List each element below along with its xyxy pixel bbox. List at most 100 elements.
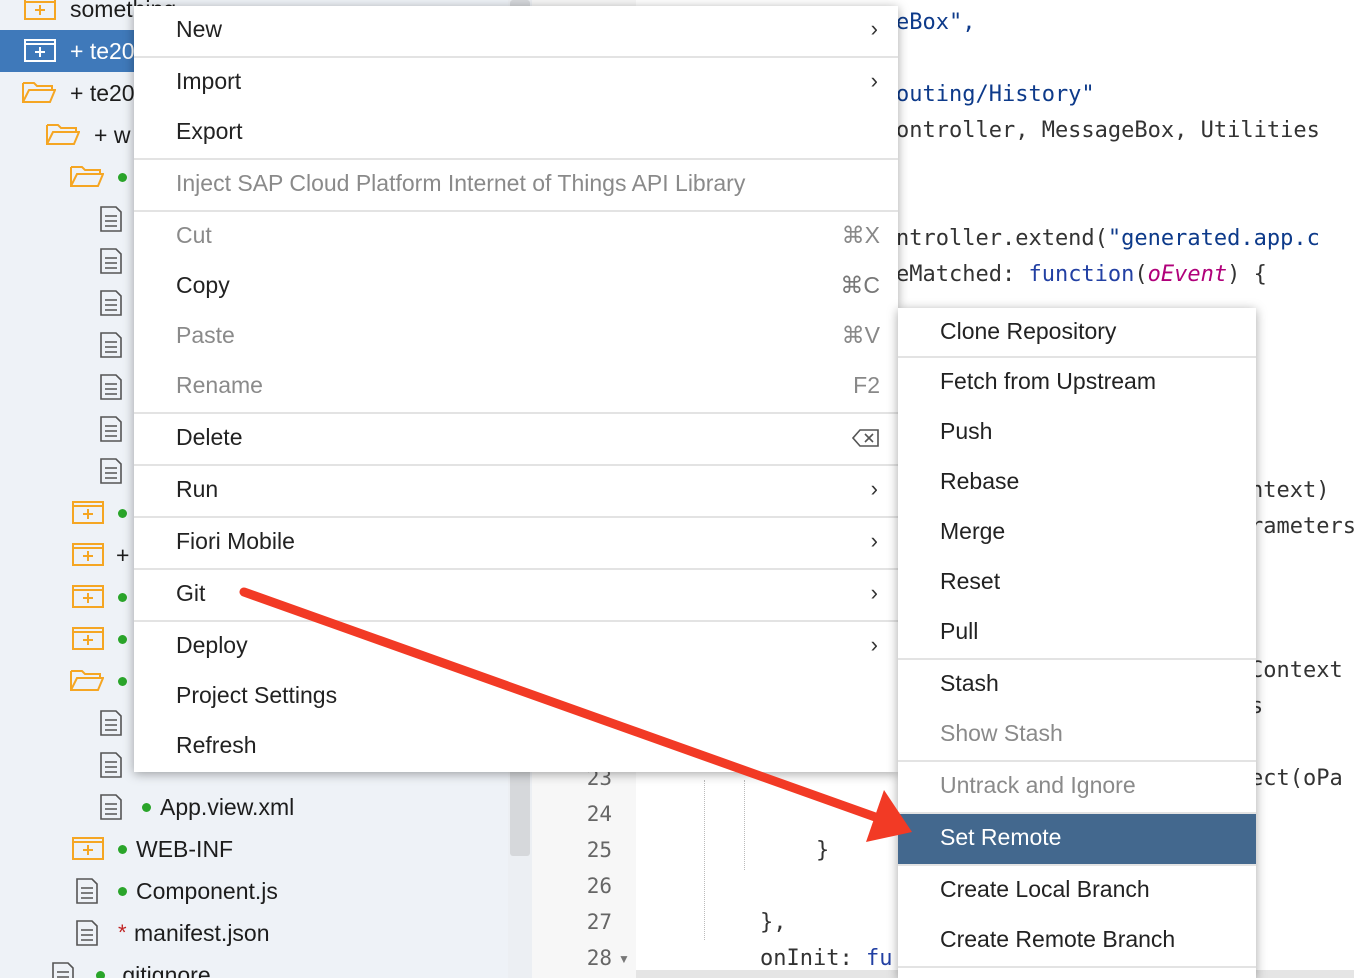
folder-plus-icon	[72, 585, 104, 608]
status-dot	[118, 173, 127, 182]
tree-item-folder[interactable]: WEB-INF	[0, 828, 508, 870]
line-number: 25	[586, 838, 612, 862]
git-item-clone-repository[interactable]: Clone Repository	[898, 308, 1256, 356]
tree-item-file[interactable]: * manifest.json	[0, 912, 508, 954]
tree-item-label: + w	[94, 122, 131, 148]
menu-item-label: Refresh	[176, 732, 257, 758]
menu-item-rename[interactable]: Rename F2	[134, 362, 898, 410]
modified-star-icon: *	[118, 920, 127, 945]
folder-plus-icon	[72, 627, 104, 650]
tree-item-label: manifest.json	[134, 920, 270, 946]
folder-plus-icon	[24, 0, 56, 20]
code-text: outing/History"	[896, 82, 1095, 107]
file-icon	[100, 416, 122, 442]
menu-item-label: Run	[176, 476, 219, 502]
menu-item-label: Create Local Branch	[940, 876, 1150, 902]
menu-item-label: Set Remote	[940, 824, 1062, 850]
menu-item-label: Create Remote Branch	[940, 926, 1176, 952]
folder-plus-icon	[72, 501, 104, 524]
file-icon	[100, 710, 122, 736]
git-submenu: Clone Repository Fetch from Upstream Pus…	[898, 308, 1256, 978]
file-icon	[100, 374, 122, 400]
menu-item-label: Push	[940, 418, 993, 444]
menu-item-label: Reset	[940, 568, 1001, 594]
git-item-set-remote[interactable]: Set Remote	[898, 814, 1256, 864]
menu-item-refresh[interactable]: Refresh	[134, 722, 898, 770]
file-icon	[76, 920, 98, 946]
menu-item-label: Rename	[176, 372, 263, 398]
git-item-show-stash[interactable]: Show Stash	[898, 710, 1256, 758]
menu-item-fiori-mobile[interactable]: Fiori Mobile ›	[134, 518, 898, 566]
tree-item-label: .gitignore	[116, 962, 211, 978]
git-item-rebase[interactable]: Rebase	[898, 458, 1256, 506]
git-item-create-remote-branch[interactable]: Create Remote Branch	[898, 916, 1256, 964]
line-number: 24	[586, 802, 612, 826]
git-item-pull[interactable]: Pull	[898, 608, 1256, 656]
menu-item-export[interactable]: Export	[134, 108, 898, 156]
menu-item-project-settings[interactable]: Project Settings	[134, 672, 898, 720]
menu-separator	[898, 966, 1256, 968]
tree-item-file[interactable]: .gitignore	[0, 954, 508, 978]
menu-item-label: Copy	[176, 272, 230, 298]
line-number: 26	[586, 874, 612, 898]
menu-item-new[interactable]: New ›	[134, 6, 898, 54]
menu-item-label: Deploy	[176, 632, 248, 658]
chevron-right-icon: ›	[870, 68, 878, 93]
tree-item-file[interactable]: Component.js	[0, 870, 508, 912]
folder-open-icon	[70, 670, 104, 691]
file-icon	[52, 962, 74, 978]
code-text: eMatched: function(oEvent) {	[896, 262, 1267, 287]
menu-item-label: Untrack and Ignore	[940, 772, 1136, 798]
menu-item-label: Delete	[176, 424, 243, 450]
menu-item-label: Cut	[176, 222, 212, 248]
code-text: Context	[1250, 658, 1343, 683]
chevron-right-icon: ›	[870, 528, 878, 553]
chevron-right-icon: ›	[870, 580, 878, 605]
chevron-right-icon: ›	[870, 632, 878, 657]
tree-item-label: Component.js	[136, 878, 278, 904]
menu-item-git[interactable]: Git ›	[134, 570, 898, 618]
tree-item-file[interactable]: App.view.xml	[0, 786, 508, 828]
file-icon	[100, 332, 122, 358]
code-text: onInit: fu	[760, 946, 893, 971]
indent-guide	[744, 780, 745, 870]
menu-item-paste[interactable]: Paste ⌘V	[134, 312, 898, 360]
tree-item-label: + te20	[70, 38, 135, 64]
menu-item-run[interactable]: Run ›	[134, 466, 898, 514]
file-icon	[76, 878, 98, 904]
menu-item-label: Clone Repository	[940, 318, 1117, 344]
folder-plus-icon	[72, 837, 104, 860]
folder-open-icon	[46, 124, 80, 145]
menu-item-copy[interactable]: Copy ⌘C	[134, 262, 898, 310]
status-dot	[118, 593, 127, 602]
git-item-reset[interactable]: Reset	[898, 558, 1256, 606]
git-item-untrack-and-ignore[interactable]: Untrack and Ignore	[898, 762, 1256, 810]
git-item-push[interactable]: Push	[898, 408, 1256, 456]
menu-item-label: New	[176, 16, 223, 42]
shortcut-label: ⌘V	[841, 322, 880, 348]
menu-item-label: Git	[176, 580, 206, 606]
status-dot	[118, 509, 127, 518]
menu-item-inject-iot-library[interactable]: Inject SAP Cloud Platform Internet of Th…	[134, 160, 898, 208]
file-icon	[100, 458, 122, 484]
git-item-stash[interactable]: Stash	[898, 660, 1256, 708]
status-dot	[118, 677, 127, 686]
tree-item-label: + te20	[70, 80, 135, 106]
git-item-fetch-from-upstream[interactable]: Fetch from Upstream	[898, 358, 1256, 406]
file-icon	[100, 290, 122, 316]
git-item-merge[interactable]: Merge	[898, 508, 1256, 556]
status-dot	[118, 887, 127, 896]
menu-item-deploy[interactable]: Deploy ›	[134, 622, 898, 670]
menu-item-cut[interactable]: Cut ⌘X	[134, 212, 898, 260]
fold-caret-icon[interactable]: ▼	[618, 952, 630, 966]
git-item-create-local-branch[interactable]: Create Local Branch	[898, 866, 1256, 914]
code-text: ect(oPa	[1250, 766, 1343, 791]
code-text: ntroller.extend("generated.app.c	[896, 226, 1320, 251]
menu-item-delete[interactable]: Delete	[134, 414, 898, 462]
menu-item-label: Inject SAP Cloud Platform Internet of Th…	[176, 170, 746, 196]
code-text: rameters	[1250, 514, 1354, 539]
folder-open-icon	[70, 166, 104, 187]
menu-item-label: Merge	[940, 518, 1006, 544]
menu-item-label: Pull	[940, 618, 979, 644]
menu-item-import[interactable]: Import ›	[134, 58, 898, 106]
